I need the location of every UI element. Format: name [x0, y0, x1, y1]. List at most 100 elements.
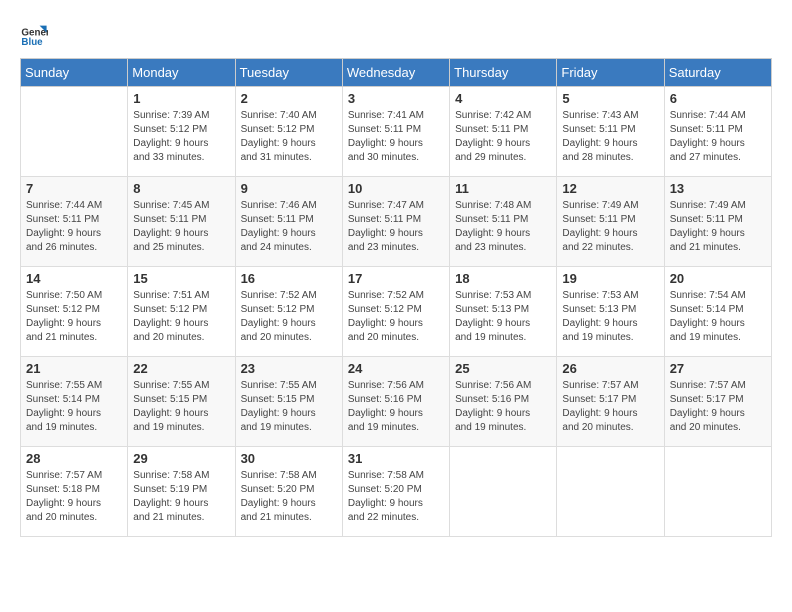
- calendar-cell: 16Sunrise: 7:52 AM Sunset: 5:12 PM Dayli…: [235, 267, 342, 357]
- calendar-cell: [664, 447, 771, 537]
- logo-icon: General Blue: [20, 20, 48, 48]
- calendar-cell: 11 Sunrise: 7:48 AM Sunset: 5:11 PM Dayli…: [450, 177, 557, 267]
- day-info: Sunrise: 7:42 AM Sunset: 5:11 PM Dayligh…: [455, 109, 551, 165]
- calendar-cell: 6 Sunrise: 7:44 AM Sunset: 5:11 PM Daylig…: [664, 87, 771, 177]
- calendar-week-row: 7Sunrise: 7:44 AM Sunset: 5:11 PM Daylig…: [21, 177, 772, 267]
- day-info: Sunrise: 7:58 AM Sunset: 5:20 PM Dayligh…: [241, 469, 337, 525]
- day-info: Sunrise: 7:49 AM Sunset: 5:11 PM Dayligh…: [670, 199, 766, 255]
- calendar-week-row: 21 Sunrise: 7:55 AM Sunset: 5:14 PM Dayli…: [21, 357, 772, 447]
- col-friday: Friday: [557, 59, 664, 87]
- calendar-cell: 4 Sunrise: 7:42 AM Sunset: 5:11 PM Daylig…: [450, 87, 557, 177]
- day-number: 21: [26, 361, 122, 376]
- day-info: Sunrise: 7:58 AM Sunset: 5:19 PM Dayligh…: [133, 469, 229, 525]
- calendar-cell: 26Sunrise: 7:57 AM Sunset: 5:17 PM Dayli…: [557, 357, 664, 447]
- day-number: 6: [670, 91, 766, 106]
- day-number: 4: [455, 91, 551, 106]
- calendar-body: 1 Sunrise: 7:39 AM Sunset: 5:12 PM Daylig…: [21, 87, 772, 537]
- col-wednesday: Wednesday: [342, 59, 449, 87]
- day-number: 15: [133, 271, 229, 286]
- calendar-table: Sunday Monday Tuesday Wednesday Thursday…: [20, 58, 772, 537]
- day-info: Sunrise: 7:47 AM Sunset: 5:11 PM Dayligh…: [348, 199, 444, 255]
- day-number: 2: [241, 91, 337, 106]
- calendar-cell: 24 Sunrise: 7:56 AM Sunset: 5:16 PM Dayli…: [342, 357, 449, 447]
- col-monday: Monday: [128, 59, 235, 87]
- calendar-week-row: 1 Sunrise: 7:39 AM Sunset: 5:12 PM Daylig…: [21, 87, 772, 177]
- svg-text:Blue: Blue: [21, 37, 43, 48]
- col-tuesday: Tuesday: [235, 59, 342, 87]
- day-info: Sunrise: 7:55 AM Sunset: 5:15 PM Dayligh…: [133, 379, 229, 435]
- day-info: Sunrise: 7:39 AM Sunset: 5:12 PM Dayligh…: [133, 109, 229, 165]
- day-info: Sunrise: 7:43 AM Sunset: 5:11 PM Dayligh…: [562, 109, 658, 165]
- page-header: General Blue: [20, 20, 772, 48]
- day-info: Sunrise: 7:46 AM Sunset: 5:11 PM Dayligh…: [241, 199, 337, 255]
- day-number: 19: [562, 271, 658, 286]
- day-info: Sunrise: 7:56 AM Sunset: 5:16 PM Dayligh…: [348, 379, 444, 435]
- calendar-cell: 9 Sunrise: 7:46 AM Sunset: 5:11 PM Daylig…: [235, 177, 342, 267]
- day-number: 14: [26, 271, 122, 286]
- calendar-week-row: 28 Sunrise: 7:57 AM Sunset: 5:18 PM Dayli…: [21, 447, 772, 537]
- calendar-cell: 1 Sunrise: 7:39 AM Sunset: 5:12 PM Daylig…: [128, 87, 235, 177]
- calendar-cell: [450, 447, 557, 537]
- day-info: Sunrise: 7:54 AM Sunset: 5:14 PM Dayligh…: [670, 289, 766, 345]
- calendar-header-row: Sunday Monday Tuesday Wednesday Thursday…: [21, 59, 772, 87]
- calendar-cell: 10 Sunrise: 7:47 AM Sunset: 5:11 PM Dayli…: [342, 177, 449, 267]
- day-number: 11: [455, 181, 551, 196]
- day-number: 1: [133, 91, 229, 106]
- day-info: Sunrise: 7:57 AM Sunset: 5:17 PM Dayligh…: [670, 379, 766, 435]
- day-number: 20: [670, 271, 766, 286]
- calendar-cell: 3Sunrise: 7:41 AM Sunset: 5:11 PM Daylig…: [342, 87, 449, 177]
- day-info: Sunrise: 7:51 AM Sunset: 5:12 PM Dayligh…: [133, 289, 229, 345]
- day-number: 9: [241, 181, 337, 196]
- day-number: 31: [348, 451, 444, 466]
- day-number: 10: [348, 181, 444, 196]
- day-number: 23: [241, 361, 337, 376]
- calendar-cell: [557, 447, 664, 537]
- col-sunday: Sunday: [21, 59, 128, 87]
- day-number: 8: [133, 181, 229, 196]
- day-number: 18: [455, 271, 551, 286]
- calendar-cell: 28 Sunrise: 7:57 AM Sunset: 5:18 PM Dayli…: [21, 447, 128, 537]
- day-number: 13: [670, 181, 766, 196]
- col-thursday: Thursday: [450, 59, 557, 87]
- calendar-cell: 31Sunrise: 7:58 AM Sunset: 5:20 PM Dayli…: [342, 447, 449, 537]
- day-number: 22: [133, 361, 229, 376]
- day-number: 25: [455, 361, 551, 376]
- day-info: Sunrise: 7:45 AM Sunset: 5:11 PM Dayligh…: [133, 199, 229, 255]
- day-info: Sunrise: 7:55 AM Sunset: 5:14 PM Dayligh…: [26, 379, 122, 435]
- day-number: 5: [562, 91, 658, 106]
- day-info: Sunrise: 7:44 AM Sunset: 5:11 PM Dayligh…: [26, 199, 122, 255]
- calendar-cell: 30Sunrise: 7:58 AM Sunset: 5:20 PM Dayli…: [235, 447, 342, 537]
- calendar-cell: 29Sunrise: 7:58 AM Sunset: 5:19 PM Dayli…: [128, 447, 235, 537]
- calendar-cell: [21, 87, 128, 177]
- day-info: Sunrise: 7:48 AM Sunset: 5:11 PM Dayligh…: [455, 199, 551, 255]
- day-info: Sunrise: 7:49 AM Sunset: 5:11 PM Dayligh…: [562, 199, 658, 255]
- calendar-cell: 21 Sunrise: 7:55 AM Sunset: 5:14 PM Dayli…: [21, 357, 128, 447]
- calendar-cell: 12Sunrise: 7:49 AM Sunset: 5:11 PM Dayli…: [557, 177, 664, 267]
- day-number: 27: [670, 361, 766, 376]
- day-info: Sunrise: 7:40 AM Sunset: 5:12 PM Dayligh…: [241, 109, 337, 165]
- calendar-cell: 17 Sunrise: 7:52 AM Sunset: 5:12 PM Dayli…: [342, 267, 449, 357]
- day-info: Sunrise: 7:52 AM Sunset: 5:12 PM Dayligh…: [241, 289, 337, 345]
- calendar-cell: 23 Sunrise: 7:55 AM Sunset: 5:15 PM Dayli…: [235, 357, 342, 447]
- day-number: 17: [348, 271, 444, 286]
- day-info: Sunrise: 7:53 AM Sunset: 5:13 PM Dayligh…: [455, 289, 551, 345]
- calendar-cell: 20 Sunrise: 7:54 AM Sunset: 5:14 PM Dayli…: [664, 267, 771, 357]
- day-number: 3: [348, 91, 444, 106]
- calendar-cell: 2 Sunrise: 7:40 AM Sunset: 5:12 PM Daylig…: [235, 87, 342, 177]
- day-number: 28: [26, 451, 122, 466]
- calendar-cell: 19Sunrise: 7:53 AM Sunset: 5:13 PM Dayli…: [557, 267, 664, 357]
- calendar-week-row: 14 Sunrise: 7:50 AM Sunset: 5:12 PM Dayli…: [21, 267, 772, 357]
- day-info: Sunrise: 7:57 AM Sunset: 5:18 PM Dayligh…: [26, 469, 122, 525]
- day-info: Sunrise: 7:52 AM Sunset: 5:12 PM Dayligh…: [348, 289, 444, 345]
- calendar-cell: 25Sunrise: 7:56 AM Sunset: 5:16 PM Dayli…: [450, 357, 557, 447]
- day-info: Sunrise: 7:55 AM Sunset: 5:15 PM Dayligh…: [241, 379, 337, 435]
- day-info: Sunrise: 7:44 AM Sunset: 5:11 PM Dayligh…: [670, 109, 766, 165]
- day-number: 24: [348, 361, 444, 376]
- logo: General Blue: [20, 20, 48, 48]
- calendar-cell: 18 Sunrise: 7:53 AM Sunset: 5:13 PM Dayli…: [450, 267, 557, 357]
- day-info: Sunrise: 7:50 AM Sunset: 5:12 PM Dayligh…: [26, 289, 122, 345]
- col-saturday: Saturday: [664, 59, 771, 87]
- calendar-cell: 8 Sunrise: 7:45 AM Sunset: 5:11 PM Daylig…: [128, 177, 235, 267]
- calendar-cell: 27 Sunrise: 7:57 AM Sunset: 5:17 PM Dayli…: [664, 357, 771, 447]
- calendar-cell: 5 Sunrise: 7:43 AM Sunset: 5:11 PM Daylig…: [557, 87, 664, 177]
